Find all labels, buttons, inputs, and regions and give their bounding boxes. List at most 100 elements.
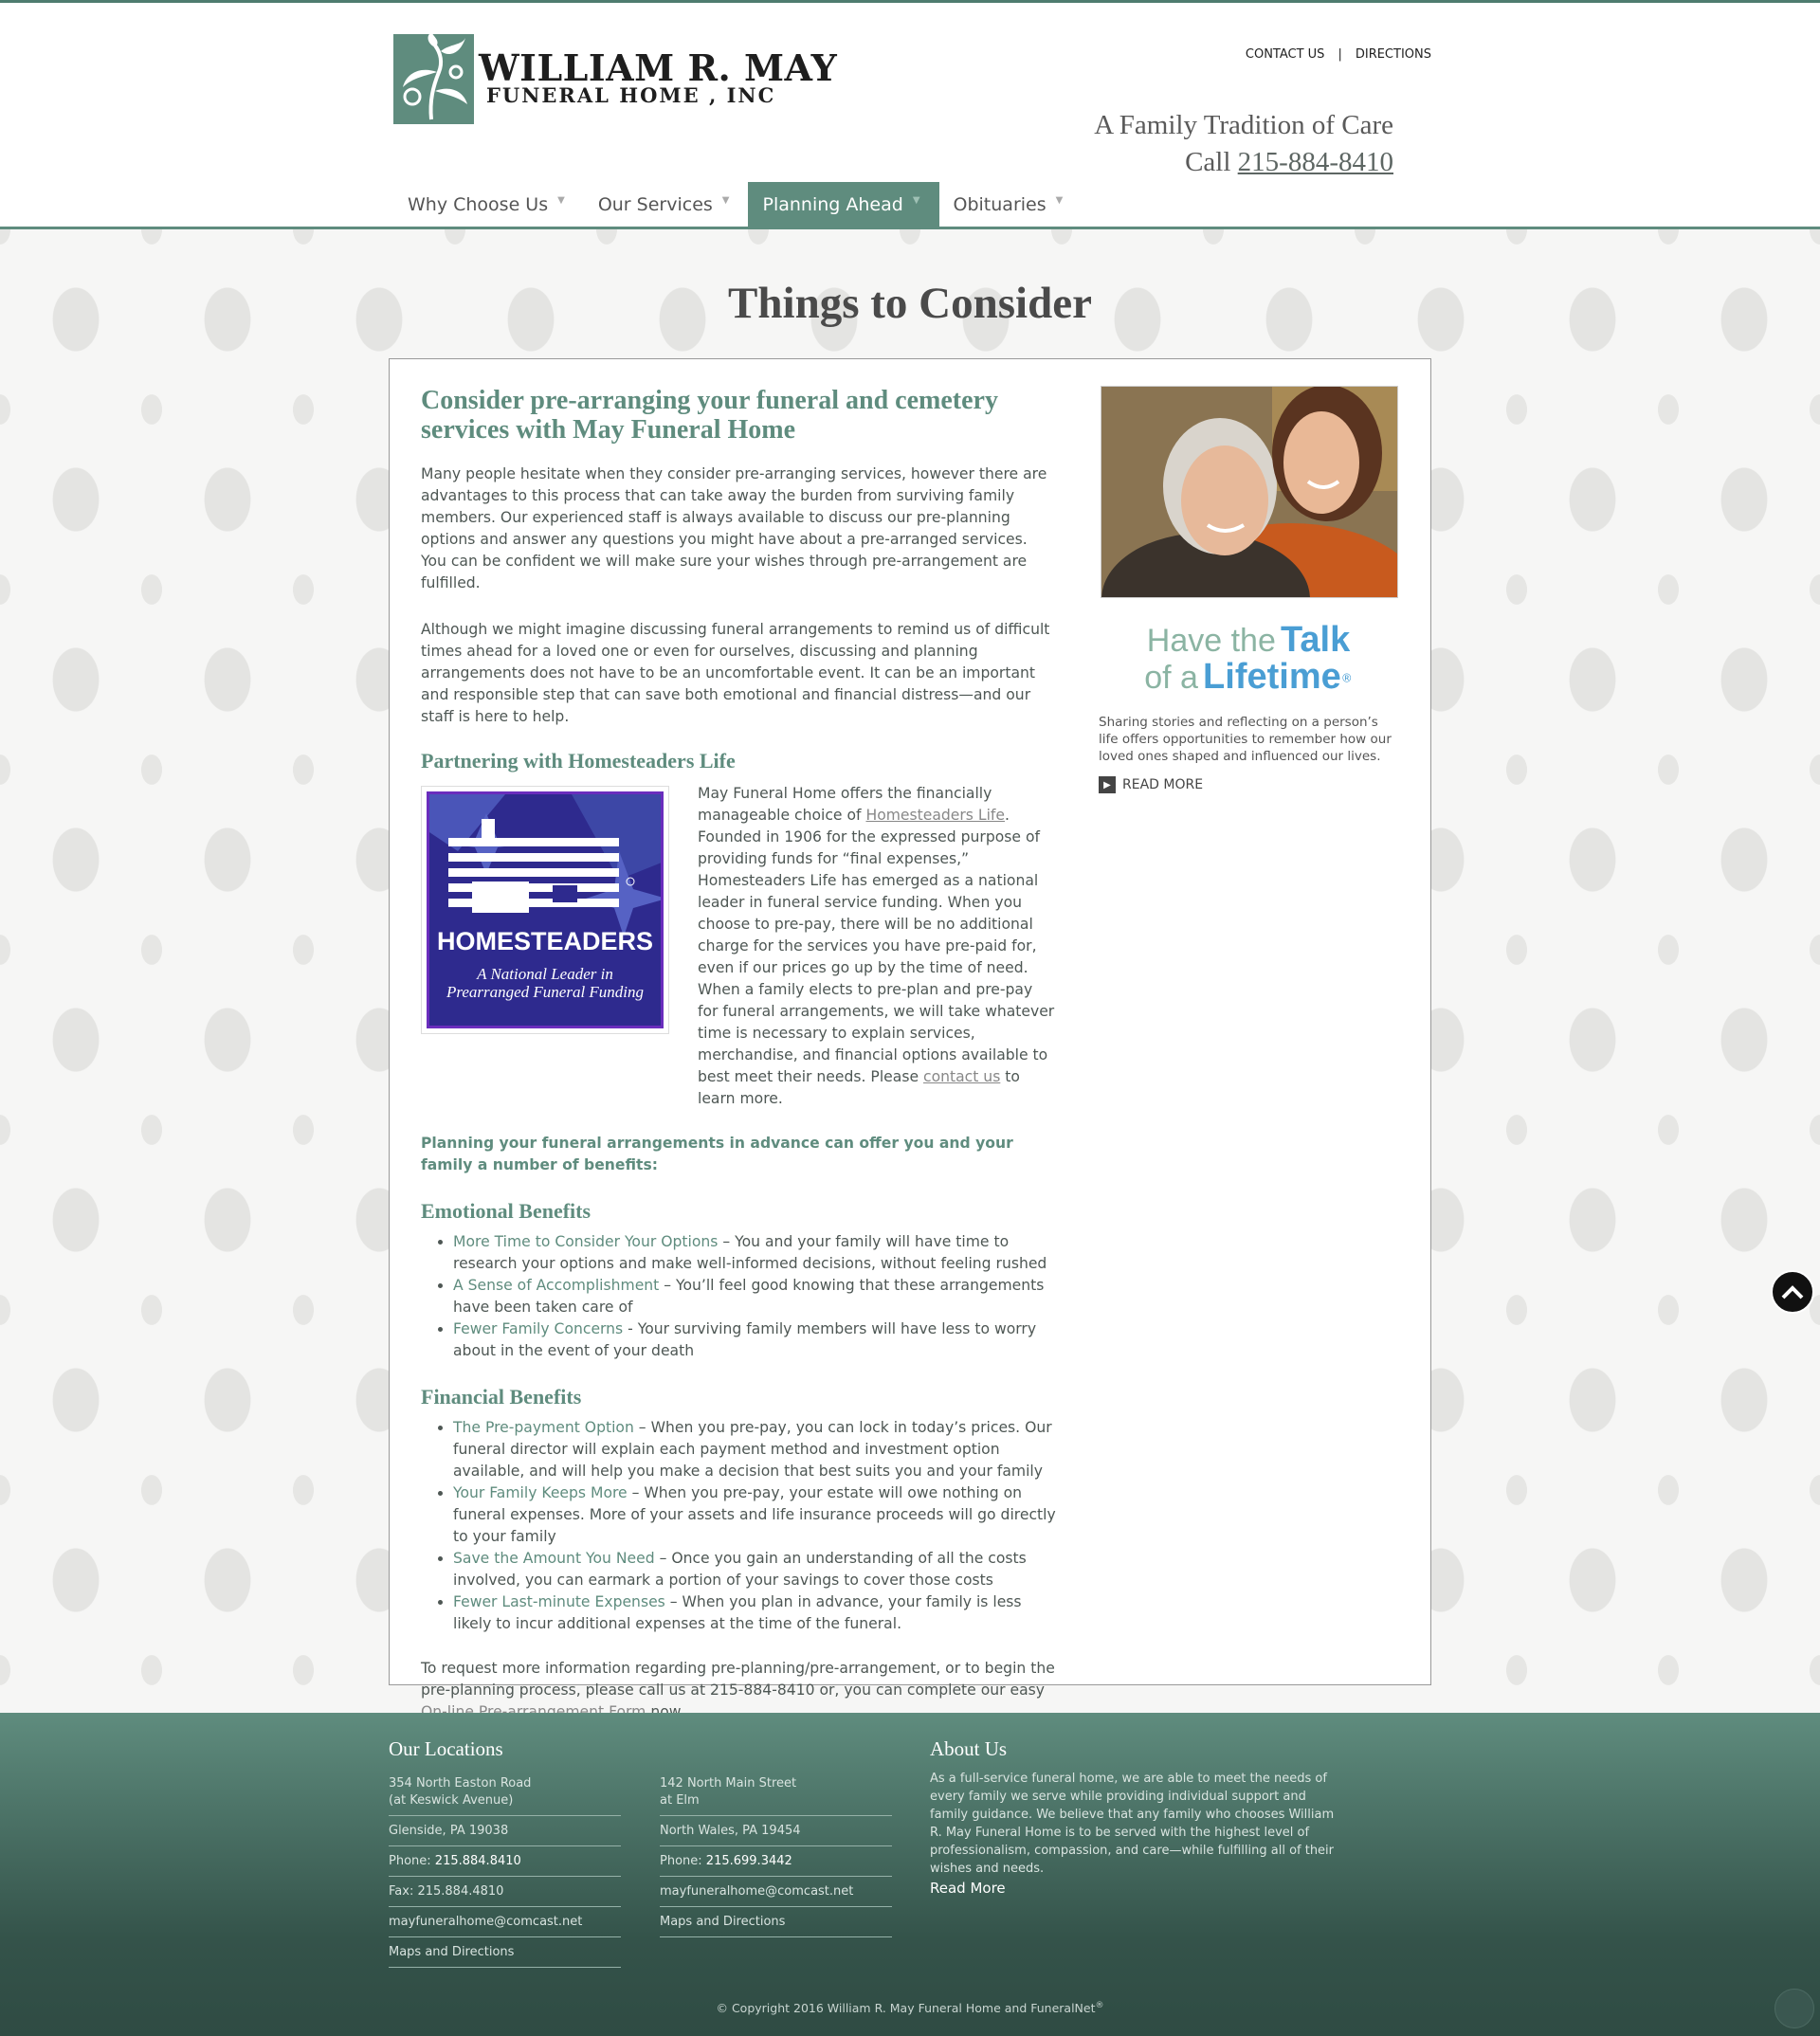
back-to-top-button[interactable] xyxy=(1771,1270,1814,1314)
caret-down-icon: ▼ xyxy=(557,194,565,206)
list-item: The Pre-payment Option – When you pre-pa… xyxy=(453,1417,1056,1482)
benefit-sep: – xyxy=(659,1277,677,1294)
phone-label: Phone: xyxy=(389,1854,435,1868)
homesteaders-logo-name: HOMESTEADERS xyxy=(436,927,654,955)
maps-directions-link[interactable]: Maps and Directions xyxy=(660,1907,892,1937)
benefit-sep: - xyxy=(623,1320,638,1337)
directions-link[interactable]: DIRECTIONS xyxy=(1356,47,1431,62)
maps-directions-link[interactable]: Maps and Directions xyxy=(389,1937,621,1968)
homesteaders-logo-tagline: A National Leader in Prearranged Funeral… xyxy=(429,965,661,1001)
read-more-label: READ MORE xyxy=(1122,777,1204,792)
chevron-up-icon xyxy=(1781,1285,1804,1300)
tagline-line: A National Leader in xyxy=(477,965,613,983)
corner-scroll-button[interactable] xyxy=(1774,1989,1814,2028)
caret-down-icon: ▼ xyxy=(721,194,730,206)
partner-section: HOMESTEADERS A National Leader in Prearr… xyxy=(421,783,1056,1110)
main-heading: Consider pre-arranging your funeral and … xyxy=(421,386,998,445)
nav-obituaries[interactable]: Obituaries ▼ xyxy=(939,182,1083,227)
lily-logo-icon[interactable] xyxy=(393,34,474,124)
talk-logo-text: Lifetime xyxy=(1203,657,1341,697)
address-line: 354 North Easton Road xyxy=(389,1776,532,1791)
phone-number[interactable]: 215.699.3442 xyxy=(706,1854,792,1868)
homesteaders-link[interactable]: Homesteaders Life xyxy=(865,807,1005,824)
locations-heading: Our Locations xyxy=(389,1737,503,1760)
contact-us-inline-link[interactable]: contact us xyxy=(923,1068,1000,1085)
arrow-right-icon: ▶ xyxy=(1099,776,1116,793)
caret-down-icon: ▼ xyxy=(912,194,920,206)
talk-logo-text: Talk xyxy=(1280,620,1351,660)
address-row: 142 North Main Street at Elm xyxy=(660,1775,892,1816)
second-paragraph: Although we might imagine discussing fun… xyxy=(421,621,1050,725)
tagline-line: Prearranged Funeral Funding xyxy=(446,983,645,1001)
about-read-more-link[interactable]: Read More xyxy=(930,1880,1006,1897)
list-item: Save the Amount You Need – Once you gain… xyxy=(453,1548,1056,1591)
call-label: Call xyxy=(1185,147,1231,177)
about-text: As a full-service funeral home, we are a… xyxy=(930,1772,1335,1876)
list-item: Fewer Family Concerns - Your surviving f… xyxy=(453,1318,1056,1362)
tagline: A Family Tradition of Care xyxy=(1094,110,1393,140)
sidebar-read-more[interactable]: ▶ READ MORE xyxy=(1099,776,1398,793)
location-glenside: 354 North Easton Road (at Keswick Avenue… xyxy=(389,1775,621,1968)
partner-heading: Partnering with Homesteaders Life xyxy=(421,749,736,773)
address-row: 354 North Easton Road (at Keswick Avenue… xyxy=(389,1775,621,1816)
city-row: Glenside, PA 19038 xyxy=(389,1816,621,1846)
fax-row: Fax: 215.884.4810 xyxy=(389,1877,621,1907)
nav-label: Obituaries xyxy=(953,194,1046,215)
benefit-sep: – xyxy=(664,1593,682,1610)
location-north-wales: 142 North Main Street at Elm North Wales… xyxy=(660,1775,892,1937)
address-line: 142 North Main Street xyxy=(660,1776,797,1791)
list-item: Your Family Keeps More – When you pre-pa… xyxy=(453,1482,1056,1548)
email-link[interactable]: mayfuneralhome@comcast.net xyxy=(389,1907,621,1937)
registered-mark: ® xyxy=(1095,2001,1104,2010)
phone-number[interactable]: 215.884.8410 xyxy=(435,1854,521,1868)
registered-mark: ® xyxy=(1340,671,1353,685)
benefit-sep: – xyxy=(654,1550,672,1567)
logo-subname[interactable]: FUNERAL HOME , INC xyxy=(486,83,775,107)
phone-row: Phone: 215.884.8410 xyxy=(389,1846,621,1877)
nav-planning-ahead[interactable]: Planning Ahead ▼ xyxy=(748,182,939,227)
benefit-title: A Sense of Accomplishment xyxy=(453,1277,660,1294)
sidebar: Have the Talk of a Lifetime® Sharing sto… xyxy=(1099,386,1398,793)
partner-text: May Funeral Home offers the financially … xyxy=(698,783,1056,1110)
about-heading: About Us xyxy=(930,1737,1008,1760)
contact-us-link[interactable]: CONTACT US xyxy=(1246,47,1325,62)
main-column: Consider pre-arranging your funeral and … xyxy=(421,386,1056,1723)
mother-daughter-photo[interactable] xyxy=(1101,386,1398,598)
benefit-title: Your Family Keeps More xyxy=(453,1484,628,1501)
benefit-sep: – xyxy=(633,1419,651,1436)
utility-separator: | xyxy=(1338,47,1342,62)
benefit-sep: – xyxy=(718,1233,736,1250)
main-nav: Why Choose Us ▼ Our Services ▼ Planning Ah… xyxy=(393,182,1082,227)
copyright-text: © Copyright 2016 William R. May Funeral … xyxy=(716,2001,1096,2016)
phone-link[interactable]: 215-884-8410 xyxy=(1238,147,1393,177)
benefit-title: The Pre-payment Option xyxy=(453,1419,634,1436)
talk-description: Sharing stories and reflecting on a pers… xyxy=(1099,715,1392,764)
talk-logo-text: Have the xyxy=(1146,623,1276,659)
content-card: Consider pre-arranging your funeral and … xyxy=(389,358,1431,1720)
benefit-title: Fewer Last-minute Expenses xyxy=(453,1593,665,1610)
list-item: More Time to Consider Your Options – You… xyxy=(453,1231,1056,1275)
nav-label: Our Services xyxy=(597,194,713,215)
address-line: (at Keswick Avenue) xyxy=(389,1793,514,1808)
phone-row: Phone: 215.699.3442 xyxy=(660,1846,892,1877)
copyright: © Copyright 2016 William R. May Funeral … xyxy=(0,2001,1820,2015)
address-line: at Elm xyxy=(660,1793,700,1808)
phone-label: Phone: xyxy=(660,1854,706,1868)
talk-logo-text: of a xyxy=(1144,660,1198,696)
nav-why-choose-us[interactable]: Why Choose Us ▼ xyxy=(393,182,584,227)
benefit-title: More Time to Consider Your Options xyxy=(453,1233,719,1250)
financial-benefits-list: The Pre-payment Option – When you pre-pa… xyxy=(421,1417,1056,1635)
homesteaders-logo-frame: HOMESTEADERS A National Leader in Prearr… xyxy=(421,786,669,1034)
talk-of-a-lifetime-logo[interactable]: Have the Talk of a Lifetime® xyxy=(1099,622,1398,699)
email-link[interactable]: mayfuneralhome@comcast.net xyxy=(660,1877,892,1907)
closing-text: To request more information regarding pr… xyxy=(421,1660,1055,1699)
benefit-title: Save the Amount You Need xyxy=(453,1550,655,1567)
emotional-heading: Emotional Benefits xyxy=(421,1199,592,1223)
nav-our-services[interactable]: Our Services ▼ xyxy=(584,182,749,227)
homesteaders-logo: HOMESTEADERS A National Leader in Prearr… xyxy=(427,791,664,1028)
benefit-sep: – xyxy=(627,1484,645,1501)
partner-text-part: . Founded in 1906 for the expressed purp… xyxy=(698,807,1055,1085)
tagline-block: A Family Tradition of Care Call 215-884-… xyxy=(1094,107,1393,181)
city-row: North Wales, PA 19454 xyxy=(660,1816,892,1846)
emotional-benefits-list: More Time to Consider Your Options – You… xyxy=(421,1231,1056,1362)
